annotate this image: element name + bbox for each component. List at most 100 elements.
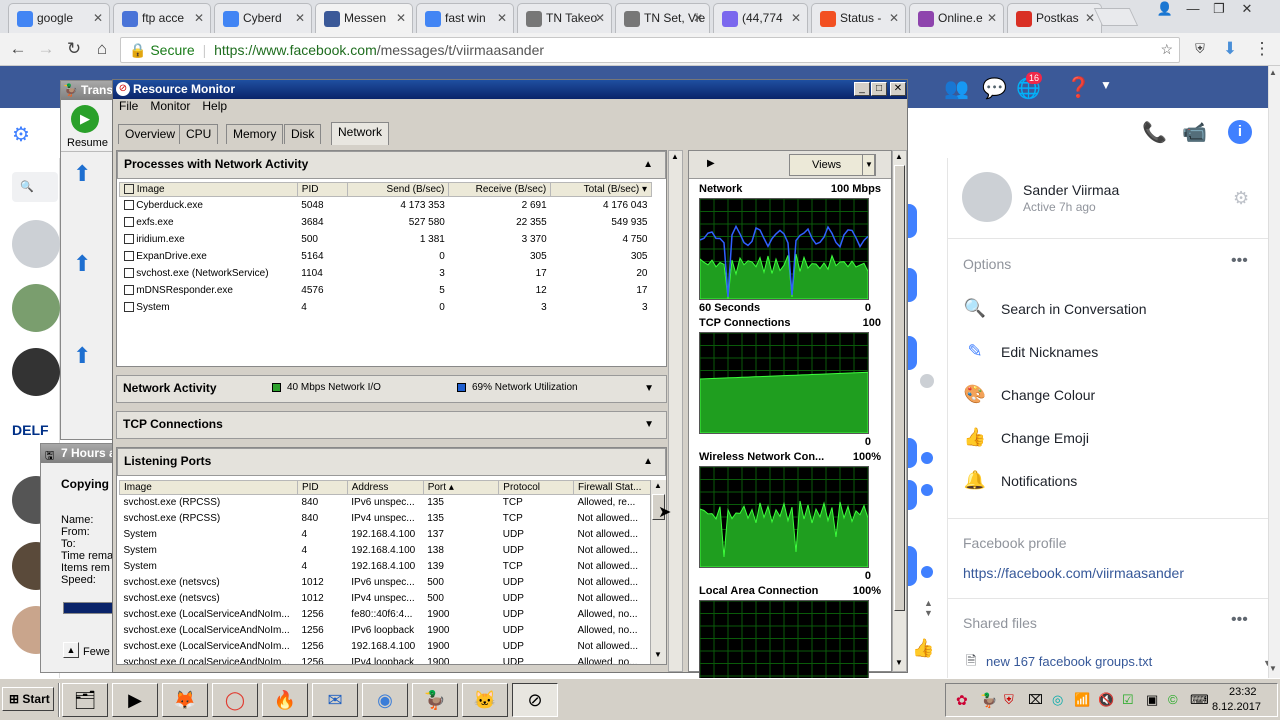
profile-link[interactable]: https://facebook.com/viirmaasander <box>963 565 1184 581</box>
cyberduck-icon[interactable]: 🦆 <box>412 683 458 717</box>
column-protocol[interactable]: Protocol <box>498 480 574 495</box>
restore-button[interactable]: ❐ <box>1206 0 1232 20</box>
shared-file-link[interactable]: new 167 facebook groups.txt <box>986 654 1152 669</box>
close-tab-icon[interactable]: ✕ <box>987 11 997 25</box>
table-row[interactable]: svchost.exe (netsvcs) 1012 IPv6 unspec... 5… <box>120 575 652 591</box>
fewer-details-label[interactable]: Fewe <box>83 646 110 658</box>
scroll-up-icon[interactable]: ▲ <box>1269 68 1277 77</box>
minimize-button[interactable]: _ <box>854 82 870 96</box>
row-checkbox[interactable] <box>123 250 134 261</box>
close-tab-icon[interactable]: ✕ <box>194 11 204 25</box>
help-icon[interactable]: ❓ <box>1066 75 1091 100</box>
browser-tab[interactable]: ftp acce ✕ <box>113 3 211 33</box>
user-icon[interactable]: 👤 <box>1152 0 1178 20</box>
select-all-checkbox[interactable] <box>124 184 134 195</box>
views-dropdown-icon[interactable]: ▼ <box>862 154 876 176</box>
table-row[interactable]: svchost.exe (LocalServiceAndNoIm... 1256 I… <box>120 655 652 664</box>
extension-download-icon[interactable]: ⬇ <box>1218 38 1242 62</box>
close-tab-icon[interactable]: ✕ <box>595 11 605 25</box>
menu-monitor[interactable]: Monitor <box>150 99 190 113</box>
scroll-up-icon[interactable]: ▲ <box>895 152 903 161</box>
tray-duck-icon[interactable]: 🦆 <box>980 692 997 709</box>
expand-arrow-icon[interactable]: ▼ <box>644 419 654 430</box>
browser-tab[interactable]: TN Takeo ✕ <box>517 3 612 33</box>
reload-icon[interactable]: ↻ <box>62 38 86 62</box>
expand-right-icon[interactable]: ▶ <box>707 158 715 169</box>
column-address[interactable]: Address <box>346 480 424 495</box>
listening-ports-header[interactable]: Listening Ports ▲ <box>117 448 666 476</box>
table-row[interactable]: svchost.exe (netsvcs) 1012 IPv4 unspec... 5… <box>120 591 652 607</box>
scroll-arrows-icon[interactable]: ▲ ▼ <box>924 598 933 618</box>
table-row[interactable]: System 4 192.168.4.100 137 UDP Not allowed... <box>120 527 652 543</box>
column-image[interactable]: Image <box>119 480 298 495</box>
resume-icon[interactable]: ▶ <box>71 105 99 133</box>
browser-tab[interactable]: TN Set, Vie ✕ <box>615 3 710 33</box>
messenger-icon[interactable]: 💬 <box>982 76 1007 101</box>
like-button-icon[interactable]: 👍 <box>912 638 934 659</box>
tray-sync-icon[interactable]: ◎ <box>1052 692 1063 708</box>
fewer-details-button[interactable]: ▲ <box>63 642 79 658</box>
browser-tab[interactable]: google ✕ <box>8 3 110 33</box>
column-send[interactable]: Send (B/sec) <box>346 182 450 197</box>
more-options-icon[interactable]: ••• <box>1231 252 1248 270</box>
chrome-icon[interactable]: ◉ <box>362 683 408 717</box>
table-row[interactable]: ExpanDrive.exe 5164 0 305 305 <box>120 248 652 265</box>
browser-tab[interactable]: Status - ✕ <box>811 3 906 33</box>
close-tab-icon[interactable]: ✕ <box>693 11 703 25</box>
star-icon[interactable]: ☆ <box>1160 41 1173 58</box>
table-row[interactable]: svchost.exe (RPCSS) 840 IPv4 unspec... 135 T… <box>120 511 652 527</box>
friends-icon[interactable]: 👥 <box>944 76 969 101</box>
resume-label[interactable]: Resume <box>67 137 108 149</box>
page-scrollbar[interactable]: ▲ ▼ <box>1268 66 1280 678</box>
close-tab-icon[interactable]: ✕ <box>93 11 103 25</box>
more-options-icon[interactable]: ••• <box>1231 611 1248 629</box>
option-item[interactable]: 🔍 Search in Conversation <box>963 298 1147 319</box>
menu-help[interactable]: Help <box>202 99 227 113</box>
tab-disk[interactable]: Disk <box>284 124 322 144</box>
processes-header[interactable]: Processes with Network Activity ▲ <box>117 151 666 179</box>
close-tab-icon[interactable]: ✕ <box>889 11 899 25</box>
row-checkbox[interactable] <box>123 216 134 227</box>
close-tab-icon[interactable]: ✕ <box>1085 11 1095 25</box>
extension-ublock-icon[interactable]: ⛨ <box>1188 38 1212 62</box>
browser-tab[interactable]: Postkas ✕ <box>1007 3 1102 33</box>
expand-arrow-icon[interactable]: ▼ <box>644 383 654 394</box>
column-pid[interactable]: PID <box>296 480 348 495</box>
scroll-up-icon[interactable]: ▲ <box>671 152 679 161</box>
clock-time[interactable]: 23:32 <box>1229 686 1257 698</box>
collapse-arrow-icon[interactable]: ▲ <box>643 159 653 170</box>
row-checkbox[interactable] <box>123 284 134 295</box>
table-row[interactable]: svchost.exe (RPCSS) 840 IPv6 unspec... 135 T… <box>120 495 652 511</box>
browser-tab[interactable]: fast win ✕ <box>416 3 514 33</box>
tray-volume-icon[interactable]: 🔇 <box>1098 692 1114 708</box>
tcp-connections-header[interactable]: TCP Connections ▼ <box>116 411 667 439</box>
table-row[interactable]: svchost.exe (LocalServiceAndNoIm... 1256 f… <box>120 607 652 623</box>
collapse-arrow-icon[interactable]: ▲ <box>643 456 653 467</box>
row-checkbox[interactable] <box>123 267 134 278</box>
resource-monitor-task[interactable]: ⊘ <box>512 683 558 717</box>
table-row[interactable]: System 4 0 3 3 <box>120 299 652 316</box>
contact-name[interactable]: Sander Viirmaa <box>1023 182 1119 198</box>
firefox-icon[interactable]: 🦊 <box>162 683 208 717</box>
table-row[interactable]: mDNSResponder.exe 4576 5 12 17 <box>120 282 652 299</box>
tray-keyboard-icon[interactable]: ⌨ <box>1190 692 1209 708</box>
option-item[interactable]: 🎨 Change Colour <box>963 384 1095 405</box>
table-row[interactable]: svchost.exe (LocalServiceAndNoIm... 1256 1… <box>120 639 652 655</box>
search-icon[interactable]: 🔍 <box>12 172 58 202</box>
table-row[interactable]: svchost.exe (NetworkService) 1104 3 17 20 <box>120 265 652 282</box>
scroll-up-icon[interactable]: ▲ <box>654 481 662 490</box>
tab-network[interactable]: Network <box>331 122 390 145</box>
column-firewall-status[interactable]: Firewall Stat... <box>573 480 652 495</box>
row-checkbox[interactable] <box>123 200 134 211</box>
home-icon[interactable]: ⌂ <box>90 38 114 62</box>
avatar[interactable] <box>12 220 60 268</box>
address-bar[interactable]: 🔒 Secure | https://www.facebook.com/mess… <box>120 37 1180 63</box>
tray-terminal-icon[interactable]: ▣ <box>1146 692 1158 708</box>
row-checkbox[interactable] <box>123 301 134 312</box>
close-button[interactable]: ✕ <box>890 82 906 96</box>
back-icon[interactable]: ← <box>6 38 30 62</box>
scroll-thumb[interactable] <box>894 165 905 611</box>
option-item[interactable]: 🔔 Notifications <box>963 470 1077 491</box>
table-row[interactable]: exfs.exe 3684 527 580 22 355 549 935 <box>120 214 652 231</box>
menu-dots-icon[interactable]: ⋮ <box>1250 38 1274 62</box>
